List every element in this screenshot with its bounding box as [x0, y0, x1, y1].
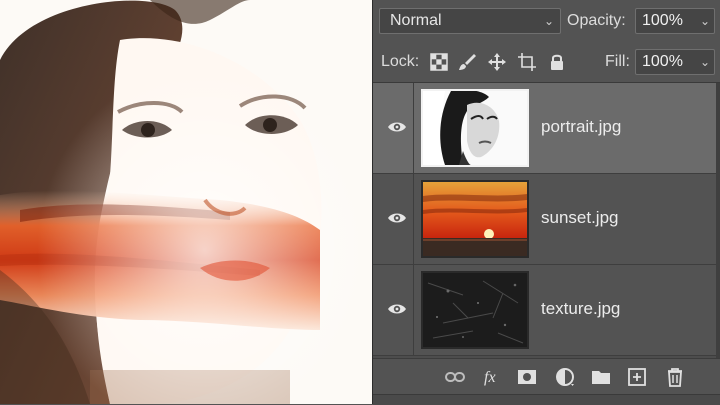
- brush-lock-icon[interactable]: [457, 52, 477, 72]
- layer-row-texture[interactable]: texture.jpg: [373, 265, 720, 356]
- opacity-label: Opacity:: [567, 12, 626, 29]
- visibility-divider: [413, 265, 414, 355]
- eye-icon[interactable]: [387, 120, 407, 134]
- layer-thumbnail[interactable]: [421, 89, 529, 167]
- layer-name[interactable]: texture.jpg: [541, 298, 620, 320]
- panel-footer: [373, 394, 720, 405]
- eye-icon[interactable]: [387, 211, 407, 225]
- layer-row-portrait[interactable]: portrait.jpg: [373, 83, 720, 174]
- visibility-divider: [413, 174, 414, 264]
- chevron-down-icon[interactable]: ⌄: [700, 50, 710, 74]
- portrait-thumbnail-image: [423, 91, 527, 165]
- chevron-down-icon: ⌄: [543, 14, 554, 28]
- layers-scrollbar[interactable]: [716, 83, 720, 358]
- layers-panel: Normal ⌄ Opacity: 100% ⌄ Lock: Fill: 100…: [372, 0, 720, 405]
- texture-thumbnail-image: [423, 273, 527, 347]
- new-layer-icon[interactable]: [627, 367, 647, 387]
- svg-text:fx: fx: [484, 369, 496, 386]
- layers-list: portrait.jpg sunset.jpg texture.jpg: [373, 83, 720, 358]
- layer-name[interactable]: portrait.jpg: [541, 116, 621, 138]
- trash-icon[interactable]: [665, 367, 685, 387]
- fx-icon[interactable]: fx: [483, 367, 503, 387]
- sunset-thumbnail-image: [423, 182, 527, 256]
- eye-icon[interactable]: [387, 302, 407, 316]
- layer-row-sunset[interactable]: sunset.jpg: [373, 174, 720, 265]
- fill-value: 100%: [642, 53, 683, 70]
- move-lock-icon[interactable]: [487, 52, 507, 72]
- blend-mode-value: Normal: [390, 12, 442, 29]
- link-icon[interactable]: [445, 367, 465, 387]
- artboard-lock-icon[interactable]: [517, 52, 537, 72]
- layer-thumbnail[interactable]: [421, 180, 529, 258]
- adjustment-icon[interactable]: [555, 367, 575, 387]
- document-canvas[interactable]: [0, 0, 372, 404]
- lock-fill-row: Lock: Fill: 100% ⌄: [373, 42, 720, 83]
- checkerboard-lock-icon[interactable]: [429, 52, 449, 72]
- blend-opacity-row: Normal ⌄ Opacity: 100% ⌄: [373, 0, 720, 42]
- lock-label: Lock:: [381, 53, 420, 70]
- opacity-field[interactable]: 100% ⌄: [635, 8, 715, 34]
- layer-thumbnail[interactable]: [421, 271, 529, 349]
- visibility-divider: [413, 83, 414, 173]
- mask-icon[interactable]: [517, 367, 537, 387]
- layer-name[interactable]: sunset.jpg: [541, 207, 619, 229]
- padlock-icon[interactable]: [547, 52, 567, 72]
- folder-icon[interactable]: [591, 367, 611, 387]
- layers-bottom-toolbar: fx: [373, 358, 720, 395]
- chevron-down-icon[interactable]: ⌄: [700, 9, 710, 33]
- double-exposure-artwork: [0, 0, 372, 404]
- blend-mode-select[interactable]: Normal ⌄: [379, 8, 561, 34]
- fill-label: Fill:: [605, 53, 630, 70]
- fill-field[interactable]: 100% ⌄: [635, 49, 715, 75]
- opacity-value: 100%: [642, 12, 683, 29]
